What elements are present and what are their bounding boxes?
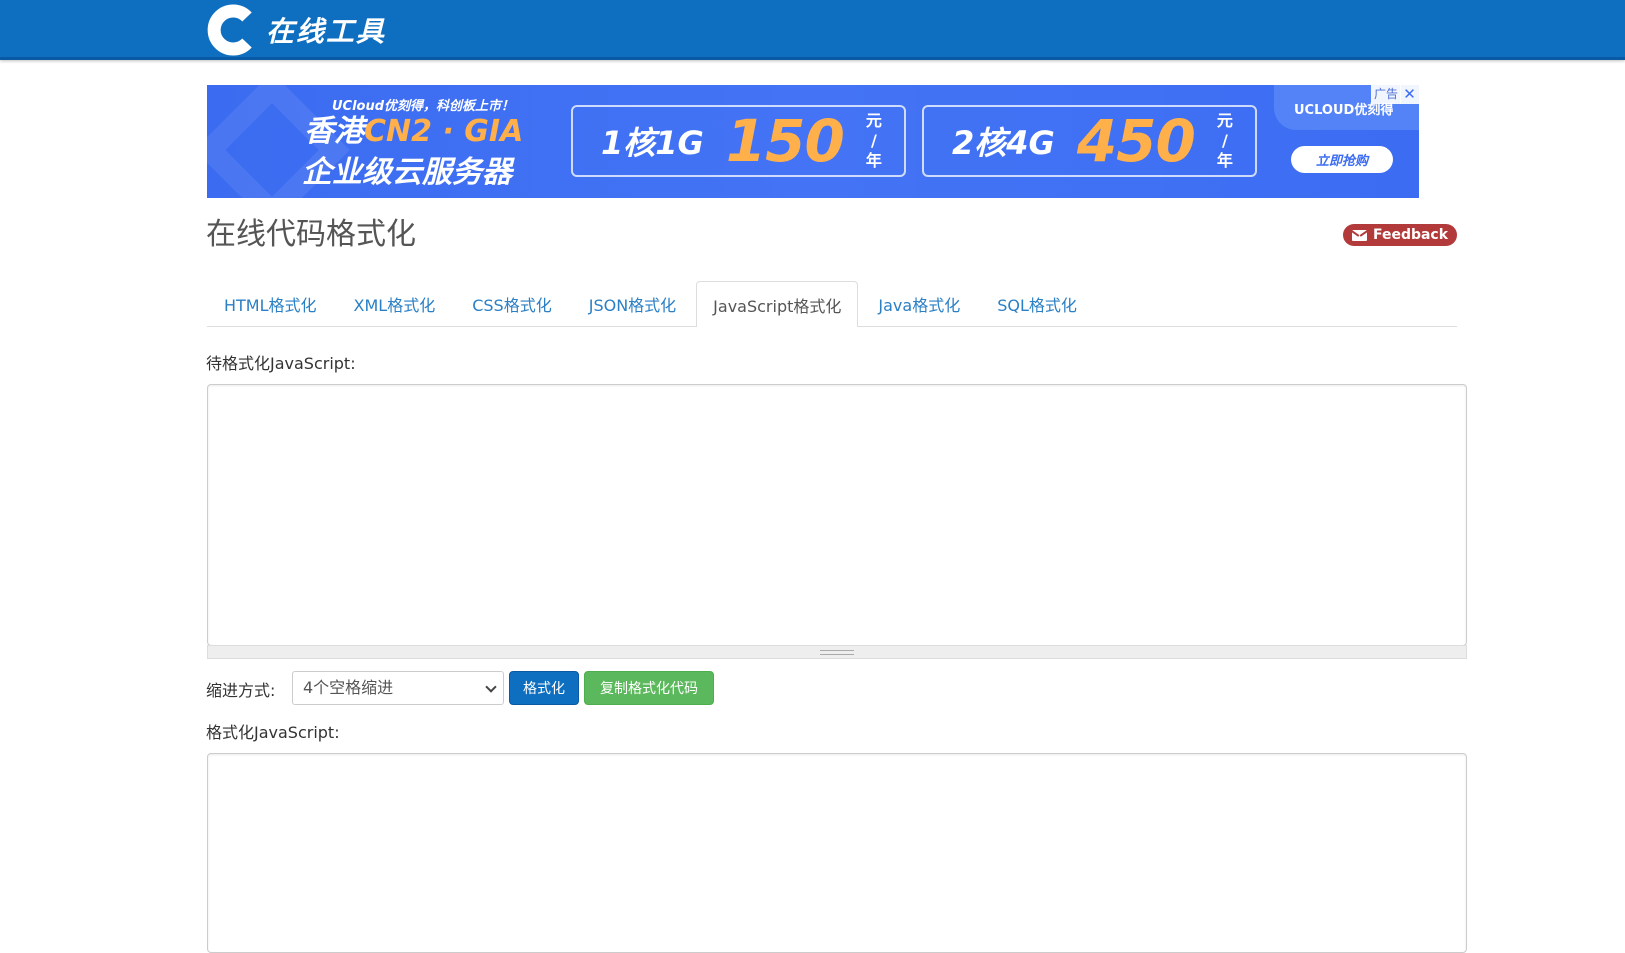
ad-offer-1[interactable]: 1核1G 150 元 / 年 — [571, 105, 906, 177]
indent-select[interactable]: 4个空格缩进 — [292, 671, 504, 705]
ad-tag[interactable]: 广告 — [1371, 85, 1402, 104]
site-logo[interactable]: 在线工具 — [206, 4, 386, 56]
logo-c-icon — [207, 4, 252, 56]
format-button[interactable]: 格式化 — [509, 671, 579, 705]
ad-offer-2-spec: 2核4G — [952, 124, 1055, 162]
tab-javascript[interactable]: JavaScript格式化 — [696, 281, 859, 327]
input-code-textarea[interactable] — [207, 384, 1467, 646]
ad-headline: 香港CN2 · GIA — [304, 115, 523, 148]
ad-subtitle: UCloud优刻得，科创板上市！ — [332, 99, 515, 114]
textarea-resize-handle[interactable] — [207, 645, 1467, 659]
ad-offer-1-price: 150 — [725, 107, 845, 175]
ad-offer-1-unit: 元 / 年 — [865, 111, 882, 170]
formatter-tabs: HTML格式化 XML格式化 CSS格式化 JSON格式化 JavaScript… — [207, 281, 1457, 327]
feedback-label: Feedback — [1372, 227, 1449, 243]
tab-sql[interactable]: SQL格式化 — [980, 281, 1094, 326]
tab-json[interactable]: JSON格式化 — [572, 281, 693, 326]
tab-xml[interactable]: XML格式化 — [337, 281, 453, 326]
logo-text: 在线工具 — [266, 15, 387, 48]
ad-offer-2-unit: 元 / 年 — [1216, 111, 1233, 170]
ad-close-icon[interactable]: ✕ — [1400, 85, 1419, 104]
ad-headline-highlight: CN2 · GIA — [364, 114, 524, 149]
output-label: 格式化JavaScript: — [206, 723, 340, 742]
ad-headline-prefix: 香港 — [304, 114, 364, 149]
tab-java[interactable]: Java格式化 — [861, 281, 977, 326]
envelope-icon — [1351, 229, 1367, 241]
tab-css[interactable]: CSS格式化 — [455, 281, 569, 326]
feedback-button[interactable]: Feedback — [1343, 224, 1457, 246]
ad-offer-2-price: 450 — [1076, 107, 1196, 175]
indent-selected-value: 4个空格缩进 — [303, 678, 394, 697]
ad-offer-1-spec: 1核1G — [601, 124, 704, 162]
copy-formatted-button[interactable]: 复制格式化代码 — [584, 671, 714, 705]
chevron-down-icon — [485, 681, 497, 693]
input-label: 待格式化JavaScript: — [206, 354, 356, 373]
tab-html[interactable]: HTML格式化 — [207, 281, 334, 326]
resize-grip-icon — [820, 650, 854, 655]
indent-label: 缩进方式: — [206, 681, 276, 700]
top-navbar: 在线工具 — [0, 0, 1625, 60]
ad-banner[interactable]: UCloud优刻得，科创板上市！ 香港CN2 · GIA 企业级云服务器 1核1… — [207, 85, 1419, 198]
output-code-textarea[interactable] — [207, 753, 1467, 953]
ad-offer-2[interactable]: 2核4G 450 元 / 年 — [922, 105, 1257, 177]
ad-cta-button[interactable]: 立即抢购 — [1291, 146, 1393, 173]
page-title: 在线代码格式化 — [206, 217, 416, 252]
ad-headline-line2: 企业级云服务器 — [302, 155, 512, 190]
